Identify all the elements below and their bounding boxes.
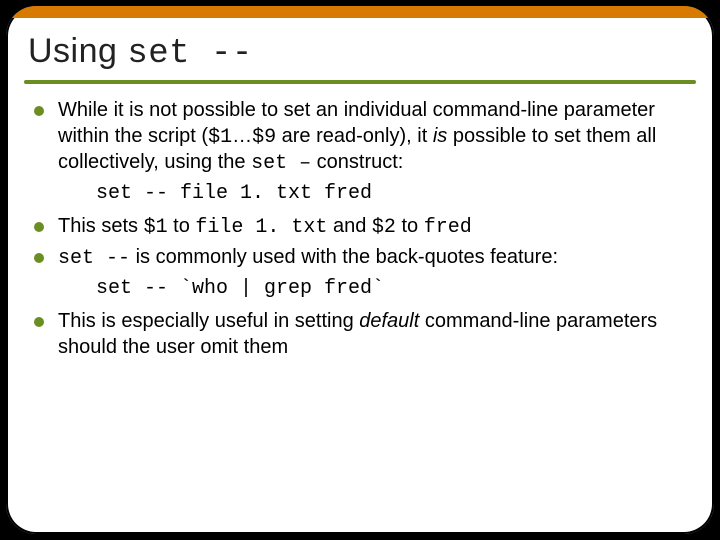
- bullet-4-text-1: This is especially useful in setting: [58, 310, 359, 332]
- bullet-2-text-3: and: [327, 215, 371, 237]
- bullet-1-text-5: construct:: [311, 151, 403, 173]
- bullet-3-mono-1: set --: [58, 247, 130, 270]
- bullet-2-text-2: to: [168, 215, 196, 237]
- bullet-list-3: This is especially useful in setting def…: [32, 309, 688, 360]
- bullet-list-2: This sets $1 to file 1. txt and $2 to fr…: [32, 214, 688, 271]
- bullet-2-mono-4: fred: [424, 216, 472, 239]
- bullet-list: While it is not possible to set an indiv…: [32, 98, 688, 177]
- slide-title: Using set --: [28, 32, 692, 73]
- content-area: While it is not possible to set an indiv…: [32, 98, 688, 512]
- title-prefix: Using: [28, 32, 127, 70]
- title-divider: [24, 80, 696, 84]
- bullet-2: This sets $1 to file 1. txt and $2 to fr…: [32, 214, 688, 241]
- bullet-3-text-1: is commonly used with the back-quotes fe…: [130, 246, 558, 268]
- title-mono: set --: [127, 35, 252, 73]
- bullet-4-default: default: [359, 310, 419, 332]
- bullet-1-mono-3: set –: [251, 152, 311, 175]
- code-sample-2: set -- `who | grep fred`: [96, 276, 688, 302]
- bullet-3: set -- is commonly used with the back-qu…: [32, 245, 688, 272]
- bullet-2-text-1: This sets: [58, 215, 144, 237]
- bullet-1-text-2: …: [232, 125, 252, 147]
- code-sample-1: set -- file 1. txt fred: [96, 181, 688, 207]
- title-area: Using set --: [6, 18, 714, 81]
- bullet-2-mono-1: $1: [144, 216, 168, 239]
- bullet-1: While it is not possible to set an indiv…: [32, 98, 688, 177]
- bullet-2-mono-2: file 1. txt: [195, 216, 327, 239]
- bullet-1-mono-2: $9: [252, 126, 276, 149]
- accent-strip: [6, 6, 714, 18]
- bullet-1-is: is: [433, 125, 447, 147]
- bullet-2-mono-3: $2: [372, 216, 396, 239]
- bullet-1-mono-1: $1: [208, 126, 232, 149]
- bullet-4: This is especially useful in setting def…: [32, 309, 688, 360]
- slide: Using set -- While it is not possible to…: [6, 6, 714, 534]
- bullet-2-text-4: to: [396, 215, 424, 237]
- bullet-1-text-3: are read-only), it: [276, 125, 433, 147]
